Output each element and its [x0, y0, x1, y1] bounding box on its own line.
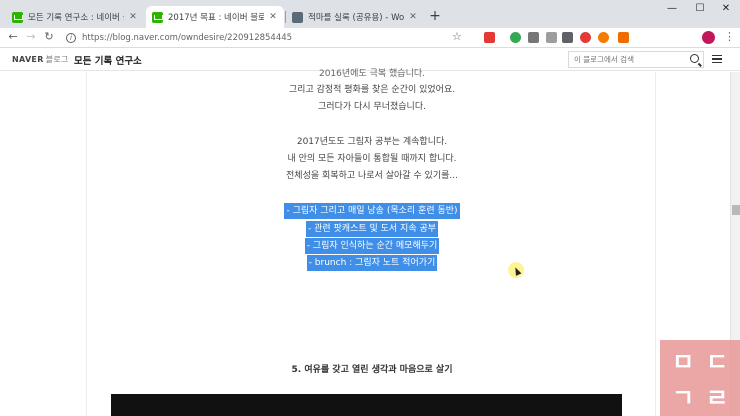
mouse-cursor-icon	[508, 262, 524, 278]
post-line: 내 안의 모든 자아들이 통합될 때까지 합니다.	[287, 154, 457, 164]
blog-search-box[interactable]	[568, 51, 704, 68]
post-line: 그리고 감정적 평화를 찾은 순간이 있었어요.	[288, 85, 456, 95]
post-line: 그러다가 다시 무너졌습니다.	[318, 102, 426, 112]
profile-avatar-icon[interactable]	[702, 31, 715, 44]
post-line: 전체성을 회복하고 나로서 살아갈 수 있기를...	[286, 171, 458, 181]
workflowy-icon	[292, 11, 303, 23]
forward-icon[interactable]: →	[24, 30, 38, 43]
extension-icon[interactable]	[598, 32, 609, 43]
tab-title: 2017년 목표 : 네이버 블로그	[168, 13, 264, 23]
tab-close-icon[interactable]: ✕	[408, 12, 418, 22]
extension-icon[interactable]	[618, 32, 629, 43]
browser-menu-icon[interactable]: ⋮	[724, 30, 735, 43]
tab-close-icon[interactable]: ✕	[128, 12, 138, 22]
section-heading: 5. 여유를 갖고 열린 생각과 마음으로 살기	[291, 365, 453, 375]
tab-workflowy[interactable]: 적마를 실록 (공유용) - WorkFlowy ✕	[286, 6, 424, 28]
watermark-logo: ㅁ ㄷ ㄱ ㄹ	[660, 340, 740, 416]
url-text[interactable]: https://blog.naver.com/owndesire/2209128…	[82, 33, 292, 43]
selected-line: - 그림자 인식하는 순간 메모해두기	[87, 238, 657, 254]
browser-toolbar: ← → ↻ i https://blog.naver.com/owndesire…	[0, 28, 740, 48]
post-line: 2016년에도 극복 했습니다.	[318, 69, 425, 79]
new-tab-button[interactable]: +	[428, 8, 442, 24]
post-body: 2016년에도 극복 했습니다. 그리고 감정적 평화를 찾은 순간이 있었어요…	[86, 69, 657, 416]
extension-icon[interactable]	[528, 32, 539, 43]
adblock-extension-icon[interactable]	[580, 32, 591, 43]
selected-line: - 관련 팟캐스트 및 도서 지속 공부	[87, 221, 657, 237]
back-icon[interactable]: ←	[6, 30, 20, 43]
bookmark-star-icon[interactable]: ☆	[452, 30, 462, 43]
hamburger-menu-icon[interactable]	[712, 55, 722, 63]
embedded-video[interactable]	[111, 394, 622, 416]
extension-icon[interactable]	[562, 32, 573, 43]
tab-divider	[285, 11, 286, 23]
naver-blog-icon	[12, 11, 23, 23]
tab-close-icon[interactable]: ✕	[268, 12, 278, 22]
minimize-button[interactable]: —	[664, 3, 680, 14]
post-line: 2017년도도 그림자 공부는 계속합니다.	[296, 137, 448, 147]
page-content: 2016년에도 극복 했습니다. 그리고 감정적 평화를 찾은 순간이 있었어요…	[0, 69, 740, 416]
tab-blog-home[interactable]: 모든 기록 연구소 : 네이버 블로그 ✕	[6, 6, 144, 28]
evernote-extension-icon[interactable]	[510, 32, 521, 43]
search-icon[interactable]	[690, 54, 699, 63]
selected-line: - brunch : 그림자 노트 적어가기	[87, 255, 657, 271]
tab-title: 적마를 실록 (공유용) - WorkFlowy	[308, 13, 404, 23]
extension-icon[interactable]	[546, 32, 557, 43]
reload-icon[interactable]: ↻	[42, 30, 56, 43]
tab-2017-goals[interactable]: 2017년 목표 : 네이버 블로그 ✕	[146, 6, 284, 28]
naver-blog-icon	[152, 11, 163, 23]
blog-name[interactable]: 모든 기록 연구소	[74, 53, 142, 67]
site-info-icon[interactable]: i	[66, 33, 76, 43]
blog-search-input[interactable]	[574, 55, 679, 64]
extension-icon[interactable]	[484, 32, 495, 43]
maximize-button[interactable]: ☐	[692, 3, 708, 14]
selected-line: - 그림자 그리고 매일 낭송 (목소리 훈련 동반)	[87, 203, 657, 219]
address-bar[interactable]: i https://blog.naver.com/owndesire/22091…	[66, 30, 386, 46]
tab-title: 모든 기록 연구소 : 네이버 블로그	[28, 13, 124, 23]
naver-logo[interactable]: NAVER 블로그	[12, 54, 69, 65]
close-window-button[interactable]: ✕	[718, 3, 734, 14]
scrollbar-thumb[interactable]	[732, 205, 740, 215]
browser-tab-strip: 모든 기록 연구소 : 네이버 블로그 ✕ 2017년 목표 : 네이버 블로그…	[0, 0, 740, 28]
